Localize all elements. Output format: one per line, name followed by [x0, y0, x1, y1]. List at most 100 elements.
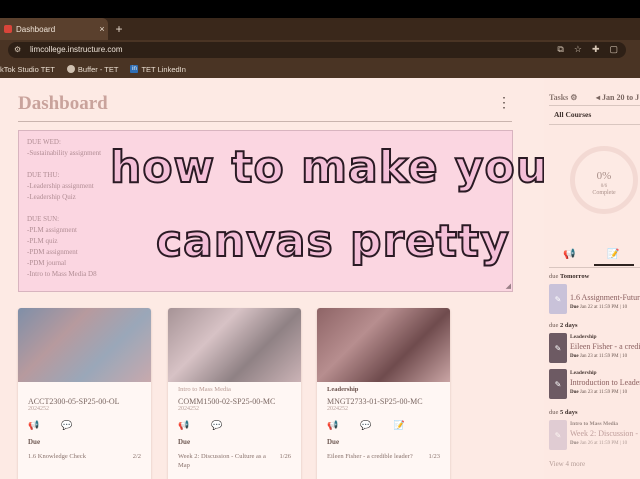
- course-filter-select[interactable]: All Courses: [554, 110, 591, 119]
- overlay-title-line2: canvas pretty: [155, 215, 510, 268]
- course-card-subtitle: [28, 386, 141, 395]
- note-line: [27, 159, 101, 170]
- progress-label: Complete: [592, 190, 616, 196]
- course-card-due-task[interactable]: Eileen Fisher - a credible leader? 1/23: [327, 452, 440, 461]
- discussions-icon[interactable]: 💬: [360, 420, 371, 432]
- sidebar-divider: [549, 124, 640, 125]
- sidebar-divider: [549, 105, 640, 106]
- note-line: -PLM assignment: [27, 226, 77, 234]
- todo-title[interactable]: Introduction to Leader: [570, 378, 640, 387]
- todo-course: Leadership: [570, 370, 597, 376]
- todo-item[interactable]: ✎Leadership Eileen Fisher - a credible Due…: [549, 333, 640, 363]
- resize-grip-icon[interactable]: ◢: [506, 282, 511, 290]
- globe-icon: [66, 65, 75, 73]
- course-card-subtitle: Leadership: [327, 386, 359, 393]
- extensions-icon[interactable]: ✚: [592, 44, 600, 55]
- announcements-icon[interactable]: 📢: [327, 420, 338, 432]
- todo-title[interactable]: 1.6 Assignment-Future: [570, 293, 640, 302]
- course-card-term: 2024252: [327, 406, 348, 412]
- announcements-icon[interactable]: 📢: [28, 420, 39, 432]
- due-group-header: due 2 days: [549, 322, 578, 329]
- assignment-icon: ✎: [549, 420, 567, 450]
- todo-title[interactable]: Eileen Fisher - a credible: [570, 342, 640, 351]
- todo-due-meta: Due Jan 23 at 11:59 PM | 10: [570, 354, 628, 359]
- open-in-app-icon[interactable]: ⧉: [557, 44, 563, 55]
- course-card-image[interactable]: [18, 308, 151, 382]
- note-line: -Sustainability assignment: [27, 149, 102, 157]
- note-line: DUE WED:: [27, 138, 61, 146]
- course-card-due-task[interactable]: 1.6 Knowledge Check 2/2: [28, 452, 141, 461]
- date-range[interactable]: ◂ Jan 20 to J: [596, 93, 639, 102]
- due-group-header: due Tomorrow: [549, 273, 590, 280]
- due-group-header: due 5 days: [549, 409, 578, 416]
- todo-item[interactable]: ✎ Leadership Introduction to Leader Due Jan…: [549, 369, 640, 399]
- sidebar-tabs: 📢 📝: [549, 246, 640, 266]
- assignments-tab-icon[interactable]: 📝: [607, 249, 619, 260]
- tab-close-icon[interactable]: ×: [96, 24, 108, 34]
- assignments-icon[interactable]: 📝: [393, 420, 404, 432]
- course-card-code[interactable]: COMM1500-02-SP25-00-MC: [178, 397, 291, 406]
- todo-item[interactable]: ✎ 1.6 Assignment-Future Due Jan 22 at 11:5…: [549, 284, 640, 314]
- address-bar[interactable]: ⚙ limcollege.instructure.com ⧉ ☆ ✚ ▢: [8, 42, 626, 58]
- course-card-code[interactable]: MNGT2733-01-SP25-00-MC: [327, 397, 440, 406]
- overlay-title-line1: how to make your: [109, 141, 571, 194]
- course-card-due-task[interactable]: Week 2: Discussion - Culture as a Map 1/…: [178, 452, 291, 470]
- course-card-due-count: 1/23: [428, 453, 440, 460]
- note-line: -Leadership Quiz: [27, 193, 76, 201]
- tab-title: Dashboard: [16, 24, 56, 34]
- url-text[interactable]: limcollege.instructure.com: [30, 45, 122, 54]
- note-line: -PLM quiz: [27, 237, 58, 245]
- todo-due-meta: Due Jan 26 at 11:59 PM | 10: [570, 441, 628, 446]
- canvas-page: Dashboard ⋮ DUE WED: -Sustainability assi…: [0, 78, 640, 479]
- discussions-icon[interactable]: 💬: [61, 420, 72, 432]
- course-card-acct2300[interactable]: ACCT2300-05-SP25-00-OL 2024252 📢 💬 Due 1…: [18, 308, 151, 479]
- tab-dashboard[interactable]: Dashboard ×: [0, 18, 108, 40]
- note-line: DUE THU:: [27, 171, 60, 179]
- course-card-term: 2024252: [178, 406, 199, 412]
- site-info-icon[interactable]: ⚙: [14, 45, 21, 54]
- notes-list: DUE WED: -Sustainability assignment DUE TH…: [27, 137, 101, 280]
- tasks-heading: Tasks ⚙: [549, 93, 578, 102]
- course-card-image[interactable]: [317, 308, 450, 382]
- course-card-subtitle: Intro to Mass Media: [178, 386, 231, 393]
- gear-icon[interactable]: ⚙: [570, 93, 577, 102]
- note-line: DUE SUN:: [27, 215, 60, 223]
- todo-due-meta: Due Jan 23 at 11:59 PM | 10: [570, 390, 628, 395]
- note-line: -PDM journal: [27, 259, 67, 267]
- linkedin-icon: in: [130, 65, 139, 73]
- progress-percent: 0%: [596, 170, 612, 182]
- note-line: [27, 203, 101, 214]
- assignment-icon: ✎: [549, 284, 567, 314]
- course-card-mngt2733[interactable]: Leadership MNGT2733-01-SP25-00-MC 202425…: [317, 308, 450, 479]
- course-card-image[interactable]: [168, 308, 301, 382]
- note-line: -Intro to Mass Media D8: [27, 270, 97, 278]
- profile-icon[interactable]: ▢: [609, 44, 618, 55]
- announcements-tab-icon[interactable]: 📢: [563, 249, 575, 260]
- course-card-due-count: 2/2: [132, 453, 141, 460]
- bookmark-star-icon[interactable]: ☆: [574, 44, 582, 55]
- progress-fraction: 0/6: [600, 184, 608, 189]
- bookmark-linkedin[interactable]: in TET LinkedIn: [130, 65, 186, 74]
- course-card-term: 2024252: [28, 406, 49, 412]
- dashboard-options-icon[interactable]: ⋮: [497, 94, 511, 111]
- bookmark-tiktok-studio[interactable]: kTok Studio TET: [0, 65, 55, 74]
- sidebar-divider: [549, 267, 640, 268]
- announcements-icon[interactable]: 📢: [178, 420, 189, 432]
- course-card-due-label: Due: [178, 438, 191, 446]
- todo-course: Intro to Mass Media: [570, 421, 619, 427]
- course-card-comm1500[interactable]: Intro to Mass Media COMM1500-02-SP25-00-…: [168, 308, 301, 479]
- progress-ring: 0% 0/6 Complete: [570, 146, 638, 214]
- todo-course: Leadership: [570, 334, 597, 340]
- todo-title[interactable]: Week 2: Discussion - C: [570, 429, 640, 438]
- course-card-code[interactable]: ACCT2300-05-SP25-00-OL: [28, 397, 141, 406]
- note-line: -PDM assignment: [27, 248, 78, 256]
- todo-due-meta: Due Jan 22 at 11:59 PM | 10: [570, 305, 628, 310]
- new-tab-button[interactable]: +: [112, 21, 126, 37]
- discussions-icon[interactable]: 💬: [211, 420, 222, 432]
- screen-top-band: [0, 0, 640, 18]
- bookmark-buffer[interactable]: Buffer - TET: [66, 65, 118, 74]
- canvas-favicon-icon: [4, 25, 12, 33]
- view-more-link[interactable]: View 4 more: [549, 460, 585, 468]
- todo-item[interactable]: ✎ Intro to Mass Media Week 2: Discussion -…: [549, 420, 640, 450]
- title-divider: [18, 121, 512, 122]
